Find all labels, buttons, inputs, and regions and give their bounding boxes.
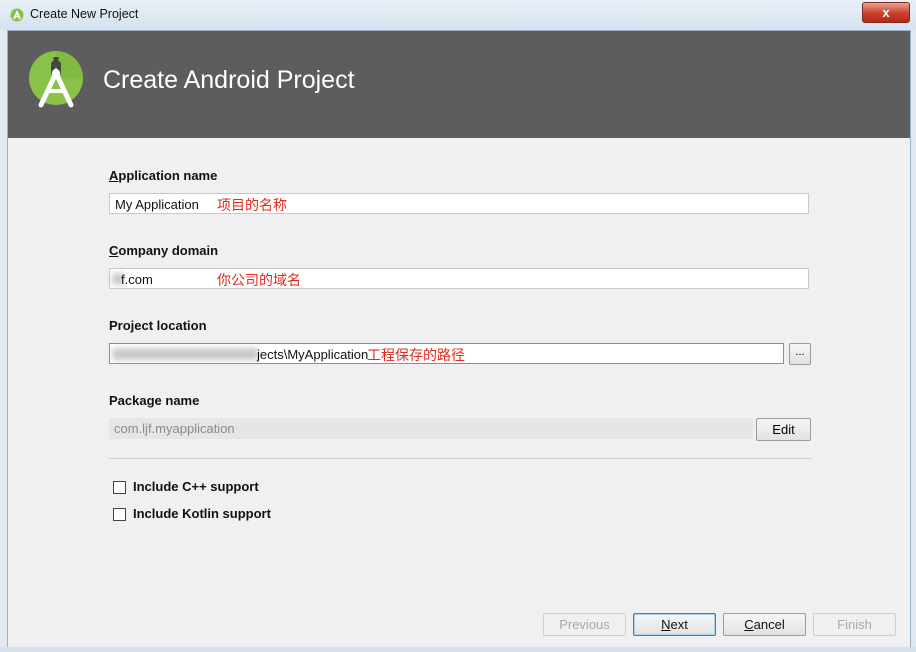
next-button[interactable]: Next bbox=[633, 613, 716, 636]
divider bbox=[109, 458, 812, 459]
company-domain-annotation: 你公司的域名 bbox=[217, 272, 301, 288]
edit-package-button[interactable]: Edit bbox=[756, 418, 811, 441]
application-name-annotation: 项目的名称 bbox=[217, 197, 287, 213]
company-domain-field[interactable]: f.com 你公司的域名 bbox=[109, 268, 809, 289]
application-name-label: Application name bbox=[109, 168, 218, 183]
dialog-body: Create Android Project Application name … bbox=[7, 30, 911, 649]
project-location-field[interactable]: jects\MyApplication 工程保存的路径 bbox=[109, 343, 784, 364]
browse-button[interactable]: ... bbox=[789, 343, 811, 365]
package-name-label: Package name bbox=[109, 393, 200, 408]
project-location-value: jects\MyApplication bbox=[257, 347, 369, 362]
window-frame-bottom bbox=[0, 647, 916, 652]
android-studio-icon bbox=[10, 8, 24, 22]
project-location-label: Project location bbox=[109, 318, 207, 333]
ellipsis-icon: ... bbox=[795, 346, 805, 358]
finish-button[interactable]: Finish bbox=[813, 613, 896, 636]
window-title: Create New Project bbox=[30, 7, 139, 21]
page-title: Create Android Project bbox=[103, 66, 355, 94]
header-banner: Create Android Project bbox=[8, 31, 910, 138]
package-name-value: com.ljf.myapplication bbox=[114, 421, 235, 436]
cancel-button[interactable]: Cancel bbox=[723, 613, 806, 636]
redacted-text bbox=[112, 348, 258, 360]
application-name-field[interactable]: My Application 项目的名称 bbox=[109, 193, 809, 214]
include-kotlin-label: Include Kotlin support bbox=[133, 506, 271, 521]
company-domain-label: Company domain bbox=[109, 243, 219, 258]
project-location-annotation: 工程保存的路径 bbox=[367, 347, 465, 363]
include-cpp-checkbox[interactable] bbox=[113, 481, 126, 494]
close-icon: x bbox=[882, 5, 890, 20]
include-kotlin-checkbox[interactable] bbox=[113, 508, 126, 521]
close-button[interactable]: x bbox=[862, 2, 910, 23]
include-cpp-label: Include C++ support bbox=[133, 479, 259, 494]
company-domain-value: f.com bbox=[121, 272, 153, 287]
window-titlebar[interactable]: Create New Project x bbox=[0, 0, 916, 30]
application-name-value: My Application bbox=[115, 197, 199, 212]
previous-button[interactable]: Previous bbox=[543, 613, 626, 636]
android-studio-logo bbox=[29, 51, 83, 108]
package-name-field: com.ljf.myapplication bbox=[109, 418, 753, 439]
